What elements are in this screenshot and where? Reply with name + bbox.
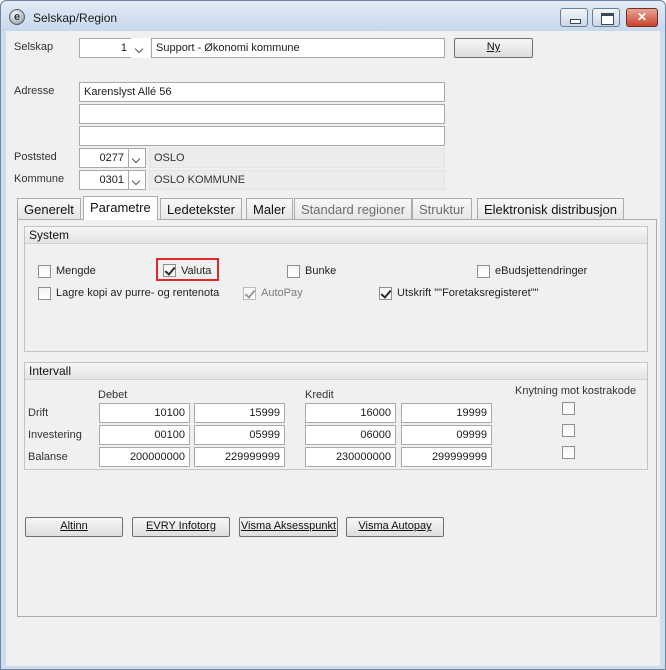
drift-knytning-checkbox[interactable] [562,402,575,415]
adresse-line1-field[interactable]: Karenslyst Allé 56 [79,82,445,102]
kredit-label: Kredit [305,389,334,401]
intervall-group: Intervall Debet Kredit Knytning mot kost… [24,362,648,470]
utskrift-foretaksregisteret-label: Utskrift ""Foretaksregisteret"" [397,287,539,299]
altinn-button[interactable]: Altinn [25,517,123,537]
lagre-kopi-checkbox[interactable] [38,287,51,300]
selskap-label: Selskap [14,41,54,53]
tab-panel-parametre: System Mengde Valuta Bunke eBudsjettendr… [17,219,657,617]
adresse-label: Adresse [14,85,55,97]
drift-kredit-from[interactable]: 16000 [305,403,396,423]
tab-ledetekster[interactable]: Ledetekster [160,198,242,219]
ny-button[interactable]: Ny [454,38,533,58]
investering-knytning-checkbox[interactable] [562,424,575,437]
selskap-number-field[interactable]: 1 [79,38,132,58]
balanse-kredit-from[interactable]: 230000000 [305,447,396,467]
drift-debet-from[interactable]: 10100 [99,403,190,423]
kommune-dropdown-icon[interactable] [128,170,146,190]
window-title: Selskap/Region [33,11,118,25]
tab-elektronisk-distribusjon[interactable]: Elektronisk distribusjon [477,198,624,219]
drift-kredit-to[interactable]: 19999 [401,403,492,423]
investering-debet-to[interactable]: 05999 [194,425,285,445]
adresse-line2-field[interactable] [79,104,445,124]
visma-autopay-button[interactable]: Visma Autopay [346,517,444,537]
ebudsjettendringer-checkbox[interactable] [477,265,490,278]
client-area: Selskap 1 Support - Økonomi kommune Ny A… [6,31,660,666]
investering-debet-from[interactable]: 00100 [99,425,190,445]
lagre-kopi-label: Lagre kopi av purre- og rentenota [56,287,220,299]
valuta-label: Valuta [181,265,212,277]
balanse-label: Balanse [28,451,68,463]
investering-kredit-from[interactable]: 06000 [305,425,396,445]
utskrift-foretaksregisteret-checkbox[interactable] [379,287,392,300]
app-logo-icon: e [9,9,25,25]
investering-kredit-to[interactable]: 09999 [401,425,492,445]
close-icon[interactable] [626,8,658,27]
mengde-checkbox[interactable] [38,265,51,278]
debet-label: Debet [98,389,128,401]
balanse-kredit-to[interactable]: 299999999 [401,447,492,467]
ebudsjettendringer-label: eBudsjettendringer [495,265,588,277]
bunke-label: Bunke [305,265,337,277]
drift-label: Drift [28,407,49,419]
selskap-name-field[interactable]: Support - Økonomi kommune [151,38,445,58]
maximize-icon[interactable] [592,8,620,27]
autopay-label: AutoPay [261,287,303,299]
adresse-line3-field[interactable] [79,126,445,146]
tab-standard-regioner[interactable]: Standard regioner [294,198,413,219]
kommune-label: Kommune [14,173,65,185]
title-bar[interactable]: e Selskap/Region [1,1,665,31]
tab-maler[interactable]: Maler [246,198,293,219]
system-group: System Mengde Valuta Bunke eBudsjettendr… [24,226,648,352]
tab-parametre[interactable]: Parametre [83,196,158,220]
poststed-name-field: OSLO [149,148,445,168]
poststed-label: Poststed [14,151,57,163]
kommune-name-field: OSLO KOMMUNE [149,170,445,190]
system-group-title: System [25,227,647,244]
minimize-icon[interactable] [560,8,588,27]
mengde-label: Mengde [56,265,96,277]
poststed-dropdown-icon[interactable] [128,148,146,168]
autopay-checkbox[interactable] [243,287,256,300]
intervall-group-title: Intervall [25,363,647,380]
balanse-knytning-checkbox[interactable] [562,446,575,459]
drift-debet-to[interactable]: 15999 [194,403,285,423]
knytning-label: Knytning mot kostrakode [515,385,637,397]
tab-struktur[interactable]: Struktur [412,198,472,219]
investering-label: Investering [28,429,82,441]
poststed-code-field[interactable]: 0277 [79,148,129,168]
evry-infotorg-button[interactable]: EVRY Infotorg [132,517,230,537]
balanse-debet-to[interactable]: 229999999 [194,447,285,467]
balanse-debet-from[interactable]: 200000000 [99,447,190,467]
selskap-spacer [131,38,150,58]
tab-generelt[interactable]: Generelt [17,198,81,219]
kommune-code-field[interactable]: 0301 [79,170,129,190]
visma-aksesspunkt-button[interactable]: Visma Aksesspunkt [239,517,338,537]
bunke-checkbox[interactable] [287,265,300,278]
valuta-checkbox[interactable] [163,264,176,277]
window: e Selskap/Region Selskap 1 Support - Øko… [0,0,666,670]
